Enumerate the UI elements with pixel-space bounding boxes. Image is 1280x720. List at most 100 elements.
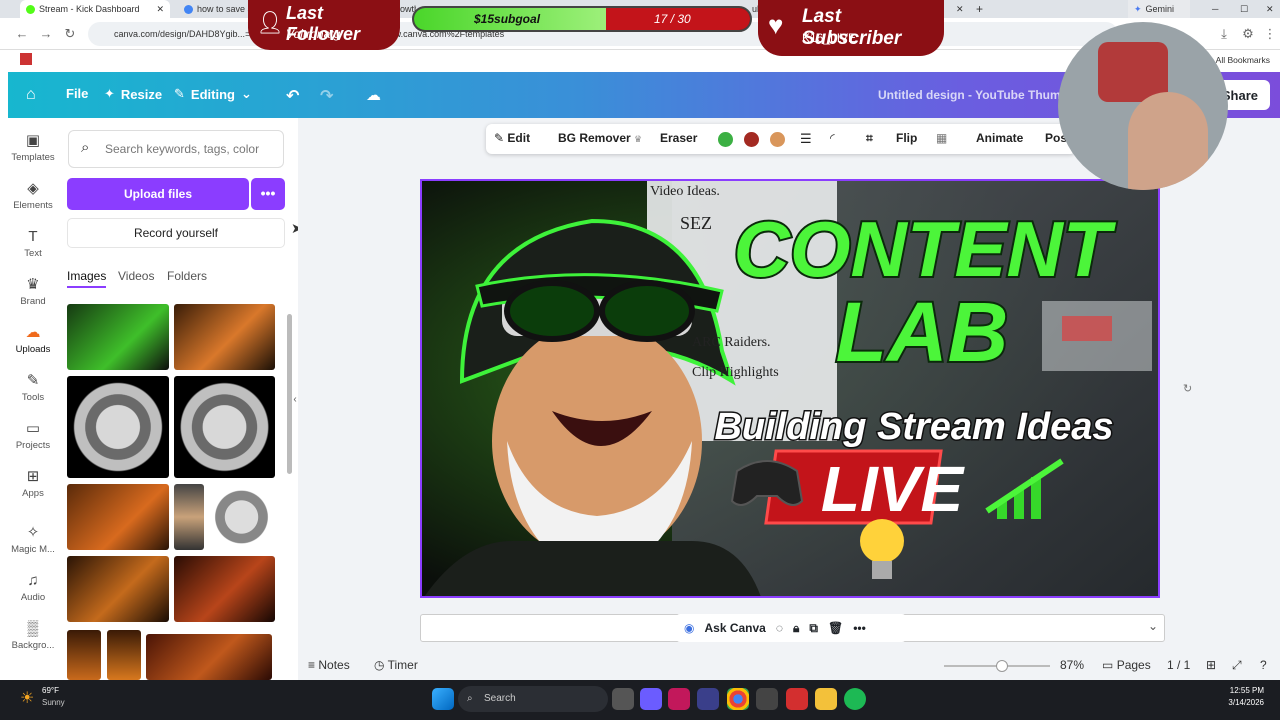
crop-icon[interactable]: ⌗ [866, 131, 873, 146]
upload-thumbnail-dirty-pappy-badge[interactable] [67, 376, 169, 478]
weather-temp[interactable]: 69°F [42, 686, 59, 695]
rail-magic-media[interactable]: ✧ Magic M... [8, 524, 58, 555]
rail-audio[interactable]: ♫ Audio [8, 572, 58, 603]
upload-thumbnail-small-2[interactable] [107, 630, 141, 680]
search-input[interactable]: ⌕ Search keywords, tags, color [68, 130, 284, 168]
upload-thumbnail-small-1[interactable] [67, 630, 101, 680]
rail-uploads[interactable]: ☁ Uploads [8, 324, 58, 355]
discord-icon[interactable] [640, 688, 662, 710]
grid-view-icon[interactable]: ⊞ [1206, 658, 1216, 672]
color-swatch-green[interactable] [718, 132, 733, 147]
minimize-icon[interactable]: ─ [1206, 0, 1224, 18]
fullscreen-icon[interactable]: ⤢ [1232, 658, 1242, 673]
border-style-icon[interactable]: ☰ [800, 131, 812, 147]
maximize-icon[interactable]: ☐ [1234, 0, 1254, 18]
cloud-saved-icon[interactable]: ☁ [366, 86, 381, 104]
tab-close-icon[interactable]: ✕ [950, 0, 964, 18]
corner-rounding-icon[interactable]: ◜ [830, 131, 835, 145]
app-icon-2[interactable] [756, 688, 778, 710]
rail-templates[interactable]: ▣ Templates [8, 132, 58, 163]
app-icon[interactable] [697, 688, 719, 710]
transparency-icon[interactable]: ▦ [936, 131, 947, 145]
taskbar-search[interactable]: ⌕ Search [458, 686, 608, 712]
app-icon-3[interactable] [786, 688, 808, 710]
resize-button[interactable]: ✦ Resize [104, 86, 162, 102]
menu-icon[interactable]: ⋮ [1262, 26, 1278, 42]
eraser-button[interactable]: Eraser [660, 131, 697, 145]
back-icon[interactable]: ← [14, 26, 30, 41]
upload-thumbnail-coin[interactable] [208, 484, 275, 550]
rotate-handle-icon[interactable]: ↻ [1183, 382, 1192, 395]
upload-thumbnail-dirty-pappy-badge-2[interactable] [174, 376, 275, 478]
gemini-button[interactable]: ✦ Gemini [1128, 0, 1190, 18]
tab-kick-dashboard[interactable]: Stream - Kick Dashboard ✕ [20, 0, 170, 18]
help-icon[interactable]: ? [1260, 658, 1267, 672]
note-arc-raiders: ARC Raiders. [692, 335, 771, 350]
rail-elements[interactable]: ◈ Elements [8, 180, 58, 211]
design-canvas[interactable]: Video Ideas. SEZ ARC Raiders. Clip Highl… [420, 179, 1160, 598]
more-options-icon[interactable]: ••• [853, 621, 866, 635]
zoom-slider-handle[interactable] [996, 660, 1008, 672]
lock-icon[interactable]: 🔒︎ [793, 621, 799, 636]
timer-button[interactable]: ◷ Timer [374, 658, 418, 672]
chevron-down-icon[interactable]: ⌄ [1148, 619, 1158, 633]
rail-tools[interactable]: ✎ Tools [8, 372, 58, 403]
notes-button[interactable]: ≡ Notes [308, 658, 350, 672]
upload-thumbnail-dirty-pappy-crew[interactable] [174, 556, 275, 622]
rail-projects[interactable]: ▭ Projects [8, 420, 58, 451]
editing-mode-dropdown[interactable]: ✎ Editing ⌄ [174, 86, 252, 102]
document-title[interactable]: Untitled design - YouTube Thum [878, 88, 1061, 102]
edit-image-button[interactable]: ✎ Edit [494, 131, 530, 145]
upload-thumbnail-warzone[interactable] [174, 304, 275, 370]
reload-icon[interactable]: ↻ [62, 26, 78, 42]
zoom-level[interactable]: 87% [1060, 658, 1084, 672]
upload-thumbnail-arc-raiders[interactable] [67, 484, 169, 550]
upload-more-options-icon[interactable]: ••• [251, 178, 285, 210]
rail-apps[interactable]: ⊞ Apps [8, 468, 58, 499]
extensions-icon[interactable]: ⚙ [1240, 26, 1256, 42]
new-tab-icon[interactable]: + [970, 0, 990, 18]
spotify-icon[interactable] [844, 688, 866, 710]
color-swatch-red[interactable] [744, 132, 759, 147]
all-bookmarks-link[interactable]: All Bookmarks [1216, 55, 1270, 65]
rail-brand[interactable]: ♛ Brand [8, 276, 58, 307]
maps-icon[interactable] [668, 688, 690, 710]
ask-canva-button[interactable]: Ask Canva [704, 621, 765, 635]
delete-icon[interactable]: 🗑︎ [828, 621, 843, 635]
texas-flag-icon[interactable] [20, 53, 32, 65]
tab-folders[interactable]: Folders [167, 269, 207, 283]
upload-thumbnail-rules-banner[interactable] [146, 634, 272, 680]
upload-thumbnail-rules[interactable] [67, 556, 169, 622]
file-explorer-icon[interactable] [815, 688, 837, 710]
rail-background[interactable]: ▒ Backgro... [8, 620, 58, 651]
tab-how-to-save[interactable]: how to save a [178, 0, 248, 18]
file-menu[interactable]: File [66, 86, 88, 101]
record-yourself-button[interactable]: Record yourself [67, 218, 285, 248]
undo-icon[interactable]: ↶ [286, 86, 299, 106]
color-swatch-tan[interactable] [770, 132, 785, 147]
rail-text[interactable]: T Text [8, 228, 58, 259]
redo-icon[interactable]: ↷ [320, 86, 333, 106]
task-view-icon[interactable] [612, 688, 634, 710]
comment-icon[interactable]: ◌ [776, 621, 783, 635]
bg-remover-button[interactable]: BG Remover ♛ [558, 131, 642, 145]
download-icon[interactable]: ⤓ [1216, 26, 1232, 42]
windows-start-icon[interactable] [432, 688, 454, 710]
tab-videos[interactable]: Videos [118, 269, 154, 283]
window-close-icon[interactable]: ✕ [1260, 0, 1280, 18]
home-icon[interactable]: ⌂ [26, 86, 36, 104]
apps-icon: ⊞ [26, 468, 40, 485]
animate-button[interactable]: Animate [976, 131, 1023, 145]
forward-icon[interactable]: → [38, 26, 54, 41]
pages-button[interactable]: ▭ Pages [1102, 658, 1151, 672]
clock-time[interactable]: 12:55 PM [1230, 686, 1264, 695]
upload-thumbnail-content-lab[interactable] [67, 304, 169, 370]
upload-files-button[interactable]: Upload files [67, 178, 249, 210]
close-icon[interactable]: ✕ [156, 4, 164, 15]
flip-button[interactable]: Flip [896, 131, 917, 145]
tab-images[interactable]: Images [67, 269, 107, 288]
upload-thumbnail-photo[interactable] [174, 484, 204, 550]
chrome-icon[interactable] [727, 688, 749, 710]
duplicate-icon[interactable]: ⧉ [809, 621, 818, 636]
tools-icon: ✎ [26, 372, 40, 389]
